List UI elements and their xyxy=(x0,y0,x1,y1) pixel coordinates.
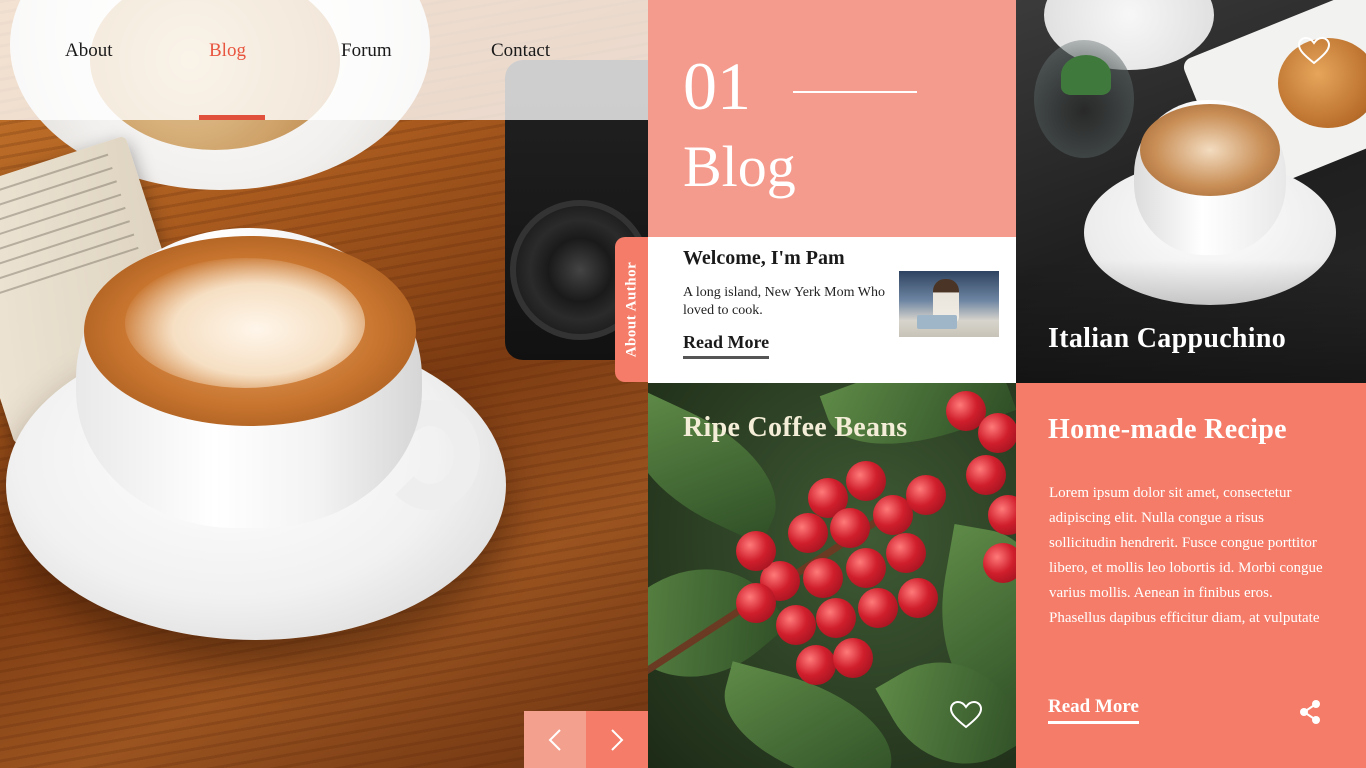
author-photo xyxy=(899,271,999,337)
nav-item-about[interactable]: About xyxy=(65,40,113,62)
recipe-body: Lorem ipsum dolor sit amet, consectetur … xyxy=(1049,485,1323,626)
chevron-left-icon xyxy=(548,728,561,751)
coffee-beans-card[interactable]: Ripe Coffee Beans xyxy=(648,383,1016,768)
share-icon xyxy=(1300,700,1320,724)
page-title: Blog xyxy=(683,134,796,199)
coffee-beans-title: Ripe Coffee Beans xyxy=(683,412,908,443)
cappuchino-card[interactable]: Italian Cappuchino xyxy=(1016,0,1366,383)
heart-outline-icon xyxy=(949,700,983,729)
recipe-share-button[interactable] xyxy=(1297,699,1323,730)
recipe-read-more-link[interactable]: Read More xyxy=(1048,696,1139,724)
heart-outline-icon xyxy=(1297,36,1331,65)
recipe-title: Home-made Recipe xyxy=(1048,414,1287,445)
nav-item-contact[interactable]: Contact xyxy=(491,40,550,62)
slider-prev-button[interactable] xyxy=(524,711,586,768)
coffee-beans-like-button[interactable] xyxy=(949,700,983,734)
cappuchino-title: Italian Cappuchino xyxy=(1048,323,1287,354)
header-divider xyxy=(793,91,917,93)
nav-item-blog[interactable]: Blog xyxy=(209,40,246,62)
blog-header: 01 Blog xyxy=(648,0,1016,237)
nav-active-indicator xyxy=(199,115,265,120)
author-read-more-link[interactable]: Read More xyxy=(683,332,770,359)
top-nav: About Blog Forum Contact xyxy=(0,0,648,120)
slider-next-button[interactable] xyxy=(586,711,648,768)
author-description: A long island, New Yerk Mom Who loved to… xyxy=(683,285,885,318)
nav-item-forum[interactable]: Forum xyxy=(341,40,392,62)
chevron-right-icon xyxy=(611,728,624,751)
cappuchino-like-button[interactable] xyxy=(1297,36,1331,70)
recipe-card: Home-made Recipe Lorem ipsum dolor sit a… xyxy=(1016,383,1366,768)
author-title: Welcome, I'm Pam xyxy=(683,247,845,269)
author-card: Welcome, I'm Pam A long island, New Yerk… xyxy=(648,237,1016,383)
section-number: 01 xyxy=(683,48,751,124)
about-author-tab-label: About Author xyxy=(623,261,640,358)
